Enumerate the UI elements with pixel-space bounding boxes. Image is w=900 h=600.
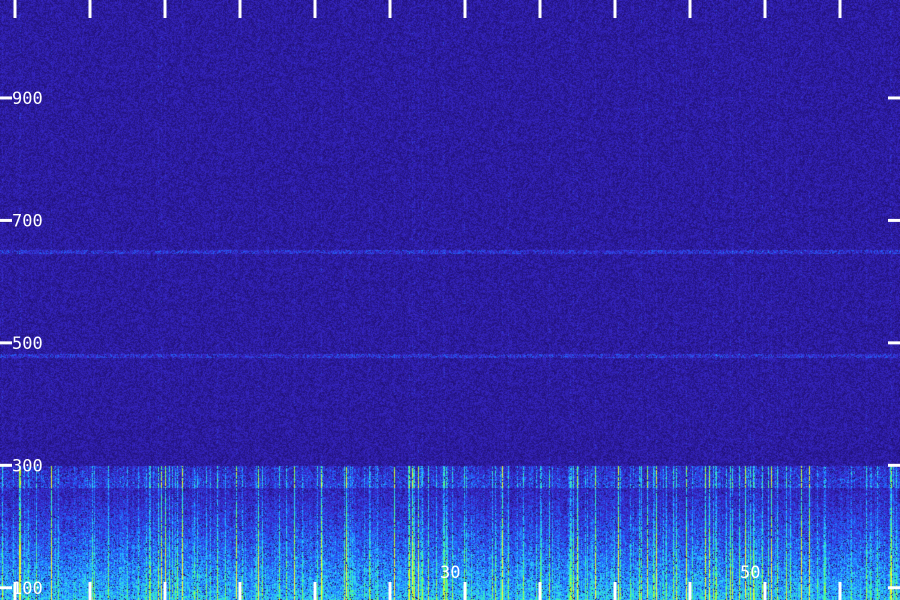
- y-tick-label-900: 900: [12, 89, 43, 109]
- x-tick-label-30: 30: [440, 563, 460, 583]
- y-tick-label-500: 500: [12, 334, 43, 354]
- x-ticks-top: [13, 0, 842, 18]
- spectrogram-axes: 100 300 500 700 900 30 50: [0, 0, 900, 600]
- y-ticks-left: [0, 96, 12, 590]
- y-tick-label-100: 100: [12, 579, 43, 599]
- x-tick-label-50: 50: [740, 563, 760, 583]
- y-tick-label-700: 700: [12, 211, 43, 231]
- x-tick-labels: 30 50: [440, 563, 760, 583]
- x-ticks-bottom: [13, 582, 842, 600]
- y-tick-label-300: 300: [12, 456, 43, 476]
- y-tick-labels: 100 300 500 700 900: [12, 89, 43, 599]
- y-ticks-right: [888, 96, 900, 590]
